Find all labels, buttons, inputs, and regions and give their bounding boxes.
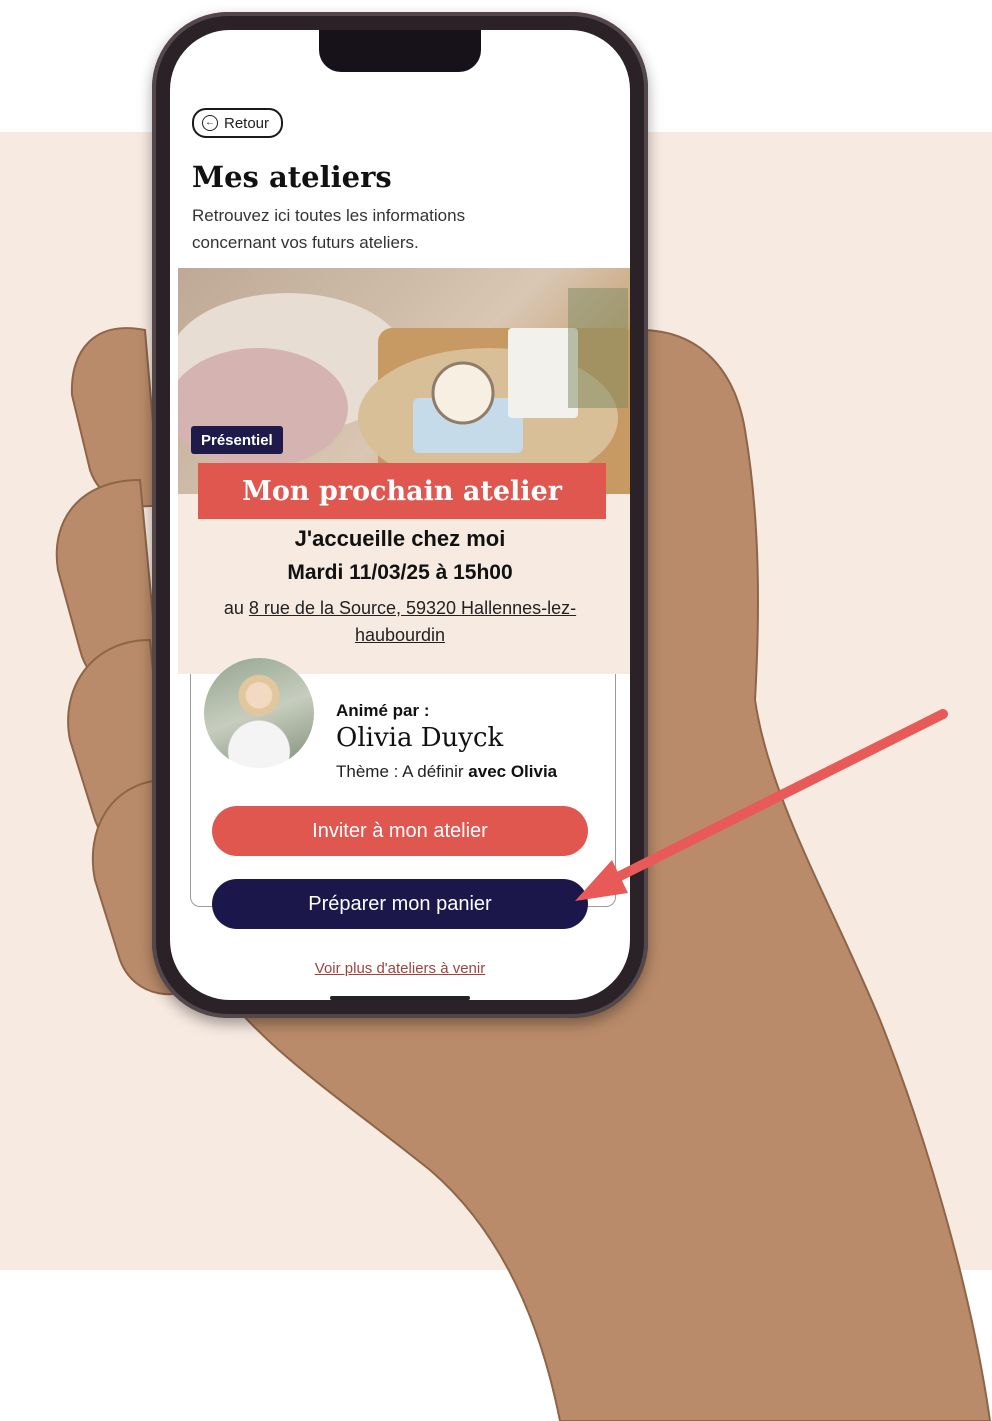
event-date: Mardi 11/03/25 à 15h00	[287, 561, 513, 584]
page-subtitle: Retrouvez ici toutes les informations co…	[192, 206, 466, 252]
format-badge: Présentiel	[191, 426, 283, 454]
workshop-hero-image	[178, 268, 630, 494]
next-workshop-banner: Mon prochain atelier	[198, 463, 606, 519]
phone-notch	[319, 30, 481, 72]
home-indicator	[330, 996, 470, 1000]
back-label: Retour	[224, 114, 270, 132]
address-prefix: au	[223, 598, 249, 618]
theme-suffix: avec Olivia	[468, 762, 558, 781]
invite-button[interactable]: Inviter à mon atelier	[212, 806, 588, 856]
circle-arrow-left-icon: ←	[202, 115, 218, 131]
phone-frame: ← Retour Mes ateliers Retrouvez ici tout…	[152, 12, 648, 1018]
prepare-basket-button[interactable]: Préparer mon panier	[212, 879, 588, 929]
page-title: Mes ateliers	[192, 160, 392, 194]
host-avatar	[204, 658, 314, 768]
host-label: Animé par :	[336, 701, 430, 720]
theme-prefix: Thème : A définir	[336, 762, 469, 781]
address-link[interactable]: 8 rue de la Source, 59320 Hallennes-lez-…	[249, 598, 576, 645]
back-button[interactable]: ← Retour	[192, 108, 284, 138]
host-theme: Thème : A définir avec Olivia	[336, 762, 557, 782]
event-name: J'accueille chez moi	[294, 526, 506, 551]
more-workshops-link[interactable]: Voir plus d'ateliers à venir	[170, 960, 630, 977]
app-screen: ← Retour Mes ateliers Retrouvez ici tout…	[170, 30, 630, 1000]
event-address: au 8 rue de la Source, 59320 Hallennes-l…	[200, 595, 600, 649]
host-name: Olivia Duyck	[336, 723, 504, 753]
